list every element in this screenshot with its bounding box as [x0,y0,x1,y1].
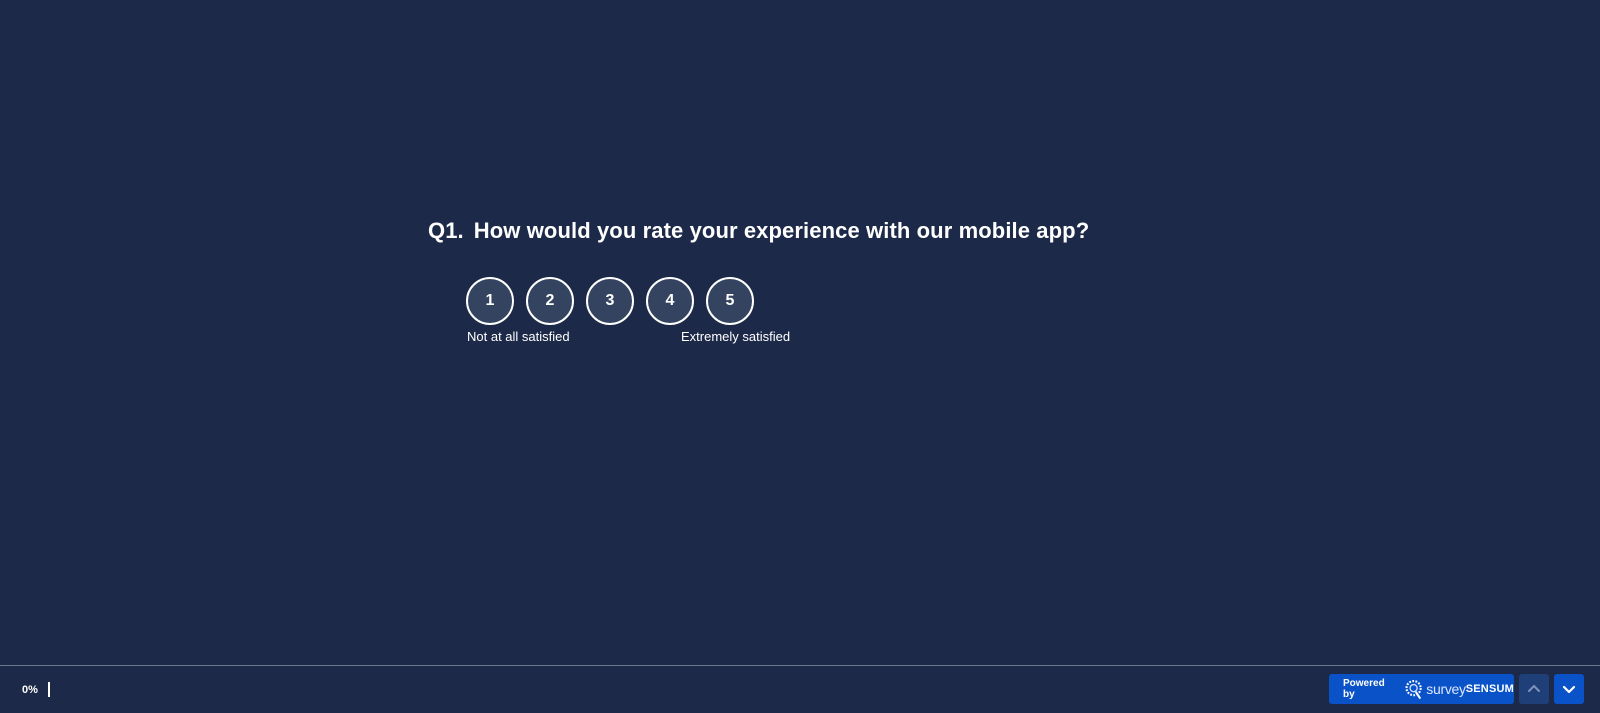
rating-scale: 1 2 3 4 5 [466,277,754,325]
question-text: How would you rate your experience with … [473,218,1090,243]
previous-question-button[interactable] [1519,674,1549,704]
rating-option-4[interactable]: 4 [646,277,694,325]
footer-bar: 0% Powered by survey SENSUM [0,665,1600,713]
chevron-up-icon [1528,685,1540,692]
rating-option-2[interactable]: 2 [526,277,574,325]
rating-option-1[interactable]: 1 [466,277,514,325]
progress-bar [47,682,50,697]
scale-low-label: Not at all satisfied [467,329,570,344]
brand-name-light: survey [1426,681,1466,697]
powered-by-badge[interactable]: Powered by survey SENSUM [1329,674,1514,704]
surveysensum-logo-icon [1405,679,1422,699]
next-question-button[interactable] [1554,674,1584,704]
question: Q1. How would you rate your experience w… [428,218,1089,244]
chevron-down-icon [1562,685,1576,694]
powered-by-label: Powered by [1343,678,1385,700]
rating-option-3[interactable]: 3 [586,277,634,325]
rating-option-5[interactable]: 5 [706,277,754,325]
brand-name-bold: SENSUM [1465,683,1514,695]
scale-high-label: Extremely satisfied [681,329,791,344]
survey-page: Q1. How would you rate your experience w… [0,0,1600,713]
progress-indicator: 0% [22,682,50,697]
progress-text: 0% [22,683,38,696]
question-number: Q1. [428,218,464,243]
